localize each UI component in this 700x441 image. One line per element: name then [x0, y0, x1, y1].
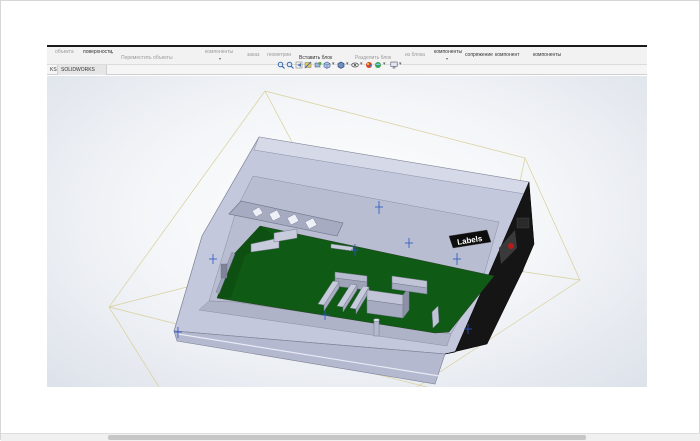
- apply-scene-icon[interactable]: [374, 61, 382, 69]
- display-style-dropdown-icon[interactable]: ▾: [346, 61, 349, 67]
- ribbon-item-mate[interactable]: сопряжение: [465, 52, 493, 58]
- tab-sketch[interactable]: KS: [47, 65, 58, 75]
- edit-appearance-icon[interactable]: [365, 61, 373, 69]
- ribbon-item-from-block[interactable]: из блока: [405, 52, 425, 58]
- ribbon-dropdown-icon[interactable]: ▾: [446, 56, 448, 61]
- ribbon-item-component[interactable]: компонент: [495, 52, 520, 58]
- view-settings-dropdown-icon[interactable]: ▾: [399, 61, 402, 67]
- view-orientation-icon[interactable]: [323, 61, 331, 69]
- zoom-area-icon[interactable]: [286, 61, 294, 69]
- ribbon-item-components-2[interactable]: компоненты: [434, 49, 462, 55]
- ribbon-item-components-3[interactable]: компоненты: [533, 52, 561, 58]
- ribbon-item-components[interactable]: компоненты: [205, 49, 233, 55]
- scrollbar-thumb[interactable]: [108, 435, 586, 440]
- ribbon-item-object[interactable]: объекта: [55, 49, 74, 55]
- hide-show-dropdown-icon[interactable]: ▾: [360, 61, 363, 67]
- display-style-icon[interactable]: [337, 61, 345, 69]
- ribbon-dropdown-icon[interactable]: ▾: [219, 56, 221, 61]
- monitor-icon[interactable]: [390, 61, 398, 69]
- apply-scene-dropdown-icon[interactable]: ▾: [383, 61, 386, 67]
- ribbon-item-move-objects[interactable]: Переместить объекты: [121, 55, 173, 61]
- zoom-to-fit-icon[interactable]: [277, 61, 285, 69]
- red-connector[interactable]: [508, 243, 514, 249]
- hide-show-items-icon[interactable]: [351, 61, 359, 69]
- section-view-icon[interactable]: [304, 61, 312, 69]
- dynamic-annotation-icon[interactable]: [314, 61, 322, 69]
- window-frame: объекта поверхности ▾ Переместить объект…: [0, 0, 700, 441]
- tab-solidworks-mbd[interactable]: SOLIDWORKS MBD: [58, 65, 107, 83]
- ribbon-item-geometry[interactable]: геометрии: [267, 52, 291, 58]
- graphics-area[interactable]: Labels: [47, 76, 647, 387]
- view-orientation-dropdown-icon[interactable]: ▾: [332, 61, 335, 67]
- ribbon-dropdown-icon[interactable]: ▾: [111, 50, 113, 55]
- model-view[interactable]: Labels: [47, 76, 647, 387]
- solidworks-app: объекта поверхности ▾ Переместить объект…: [47, 45, 647, 387]
- ribbon-item-surfaces[interactable]: поверхности: [83, 49, 112, 55]
- ribbon-item-order[interactable]: заказ: [247, 52, 259, 58]
- previous-view-icon[interactable]: [295, 61, 303, 69]
